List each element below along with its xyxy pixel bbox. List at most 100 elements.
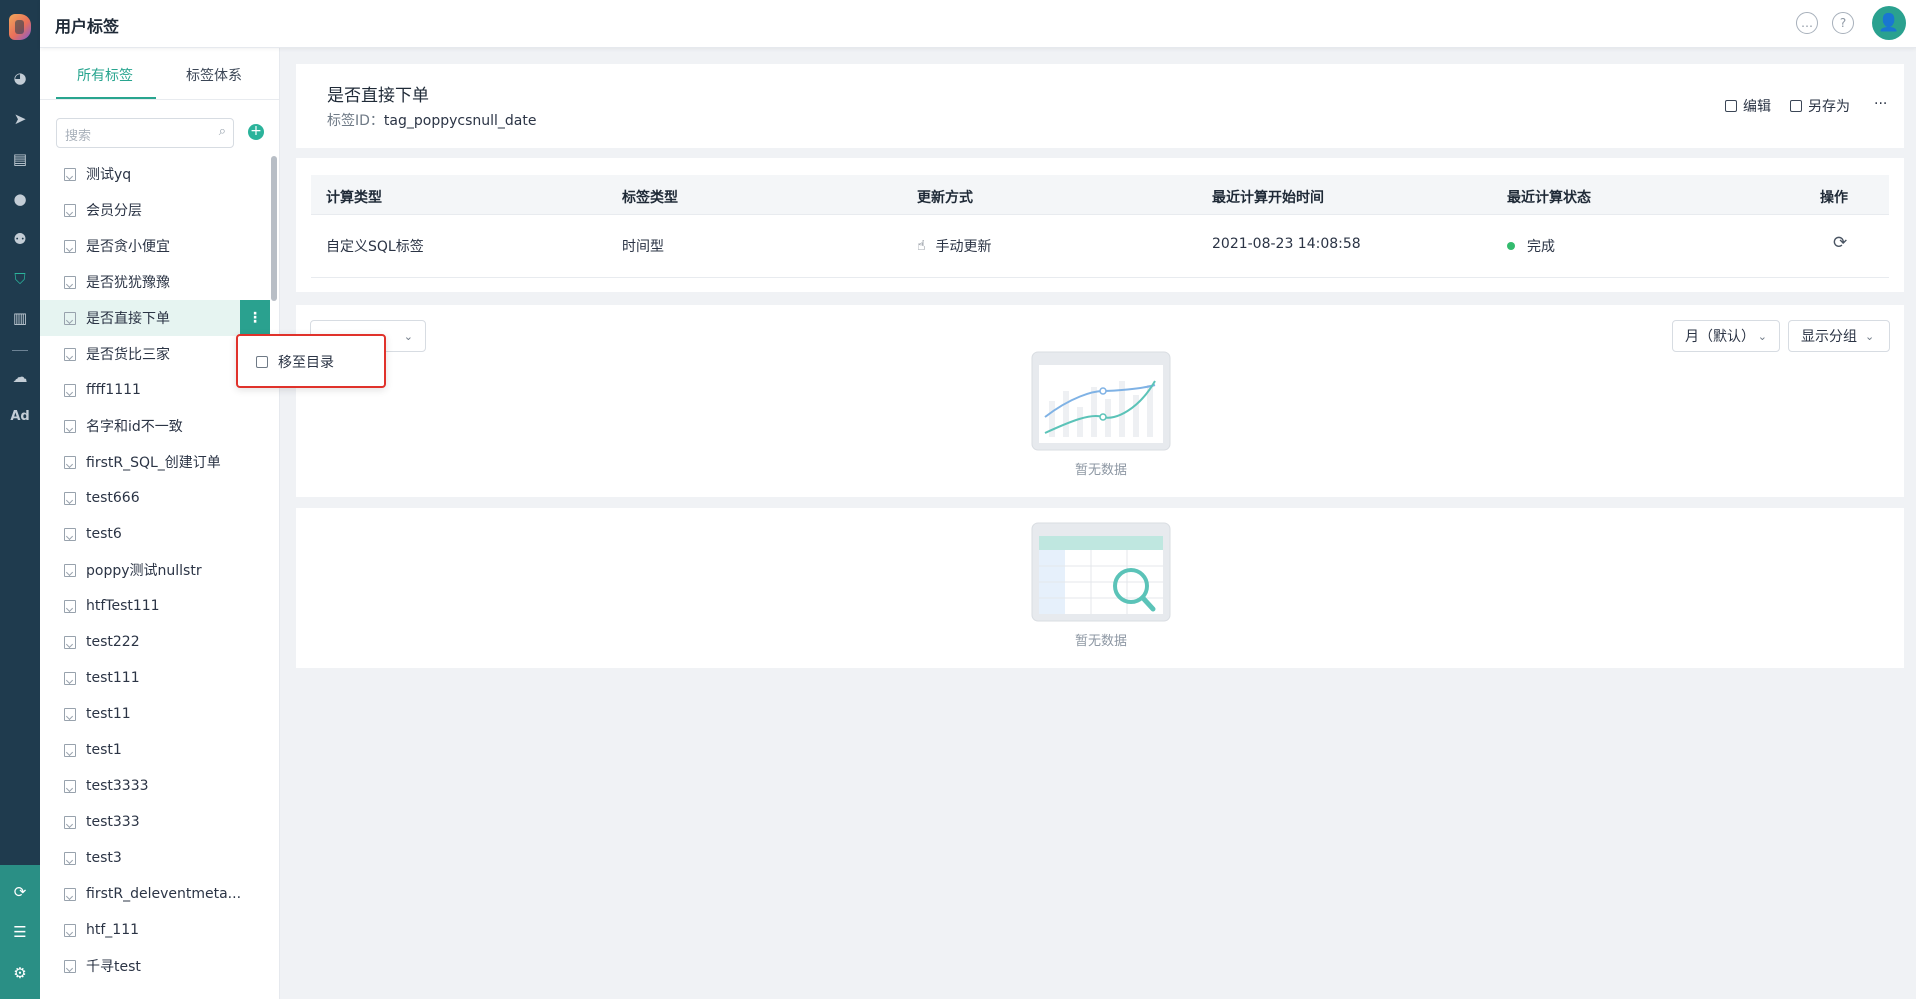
- list-item-label: 是否货比三家: [86, 347, 170, 363]
- settings-icon[interactable]: ⚙: [0, 958, 40, 988]
- column-header: 更新方式: [917, 190, 973, 206]
- list-item[interactable]: htfTest111: [40, 588, 270, 624]
- list-item-label: ffff1111: [86, 382, 141, 398]
- trend-chart-panel: ⌄ 月（默认） ⌄ 显示分组 ⌄ 暂无数据: [296, 305, 1904, 497]
- sync-icon[interactable]: ⟳: [0, 877, 40, 907]
- tab-all-tags[interactable]: 所有标签: [77, 65, 133, 85]
- list-item[interactable]: test6: [40, 516, 270, 552]
- rail-divider: [12, 350, 28, 351]
- list-item[interactable]: test222: [40, 624, 270, 660]
- list-item[interactable]: test3333: [40, 768, 270, 804]
- tag-id-value: tag_poppycsnull_date: [383, 113, 537, 129]
- group-select-value: 显示分组: [1801, 329, 1857, 345]
- wechat-icon[interactable]: ☁: [0, 362, 40, 392]
- tag-icon: [64, 887, 76, 901]
- granularity-value: 月（默认）: [1685, 329, 1755, 345]
- sidebar-scrollbar[interactable]: [271, 156, 277, 301]
- ad-icon[interactable]: Ad: [0, 401, 40, 431]
- list-item[interactable]: 名字和id不一致: [40, 408, 270, 444]
- edit-button[interactable]: 编辑: [1725, 96, 1771, 116]
- list-item-selected[interactable]: 是否直接下单 ⋮: [40, 300, 270, 336]
- search-input[interactable]: 搜索 ⌕: [56, 118, 234, 148]
- list-item-label: 是否犹犹豫豫: [86, 275, 170, 291]
- tag-icon: [64, 743, 76, 757]
- search-placeholder: 搜索: [65, 129, 92, 144]
- avatar[interactable]: 👤: [1872, 6, 1906, 40]
- tag-icon: [64, 635, 76, 649]
- page-title: 用户标签: [55, 17, 120, 36]
- last-start-cell: 2021-08-23 14:08:58: [1212, 236, 1361, 252]
- save-icon: [1790, 100, 1802, 112]
- empty-state: 暂无数据: [1031, 522, 1171, 649]
- list-item-label: test111: [86, 670, 140, 686]
- list-item[interactable]: test3: [40, 840, 270, 876]
- detail-panel: 暂无数据: [296, 508, 1904, 668]
- column-header: 标签类型: [622, 190, 678, 206]
- tag-icon: [64, 707, 76, 721]
- list-item[interactable]: htf_111: [40, 912, 270, 948]
- list-item[interactable]: 是否贪小便宜: [40, 228, 270, 264]
- help-icon[interactable]: ?: [1832, 12, 1854, 34]
- tag-icon: [64, 491, 76, 505]
- column-header: 计算类型: [326, 190, 382, 206]
- column-header: 最近计算开始时间: [1212, 190, 1324, 206]
- list-item[interactable]: test333: [40, 804, 270, 840]
- group-select[interactable]: 显示分组 ⌄: [1788, 320, 1890, 352]
- tab-tag-system[interactable]: 标签体系: [186, 65, 242, 85]
- more-actions-button[interactable]: ···: [1874, 96, 1887, 112]
- tag-sidebar: 所有标签 标签体系 搜索 ⌕ + 测试yq 会员分层 是否贪小便宜 是否犹犹豫豫…: [40, 48, 280, 999]
- status-dot: [1507, 242, 1515, 250]
- tag-icon: [64, 563, 76, 577]
- list-item[interactable]: test1: [40, 732, 270, 768]
- dashboard-icon[interactable]: ◕: [0, 63, 40, 93]
- list-item[interactable]: 是否犹犹豫豫: [40, 264, 270, 300]
- list-item[interactable]: test111: [40, 660, 270, 696]
- server-icon[interactable]: ☰: [0, 917, 40, 947]
- empty-text: 暂无数据: [1074, 463, 1127, 478]
- tag-id-line: 标签ID：tag_poppycsnull_date: [327, 110, 536, 130]
- bar-chart-icon[interactable]: ▥: [0, 303, 40, 333]
- list-item[interactable]: 会员分层: [40, 192, 270, 228]
- message-icon[interactable]: …: [1796, 12, 1818, 34]
- list-item[interactable]: test11: [40, 696, 270, 732]
- list-item-label: test3333: [86, 778, 149, 794]
- granularity-select[interactable]: 月（默认） ⌄: [1672, 320, 1780, 352]
- tag-icon: [64, 815, 76, 829]
- move-to-folder-menu-item[interactable]: 移至目录: [256, 352, 334, 372]
- add-tag-button[interactable]: +: [248, 124, 264, 140]
- save-as-button[interactable]: 另存为: [1790, 96, 1850, 116]
- empty-state: 暂无数据: [1031, 351, 1171, 478]
- list-item[interactable]: firstR_SQL_创建订单: [40, 444, 270, 480]
- send-icon[interactable]: ➤: [0, 104, 40, 134]
- update-mode-label: 手动更新: [935, 239, 992, 255]
- table-icon[interactable]: ▤: [0, 144, 40, 174]
- more-options-button[interactable]: ⋮: [240, 300, 270, 336]
- status-label: 完成: [1527, 239, 1555, 255]
- users-icon[interactable]: ⚉: [0, 224, 40, 254]
- user-icon[interactable]: ●: [0, 184, 40, 214]
- calc-type-cell: 自定义SQL标签: [326, 239, 424, 255]
- list-item[interactable]: poppy测试nullstr: [40, 552, 270, 588]
- move-to-folder-label: 移至目录: [278, 355, 334, 371]
- list-item-label: firstR_SQL_创建订单: [86, 455, 221, 471]
- list-item[interactable]: firstR_deleventmeta...: [40, 876, 270, 912]
- chevron-down-icon: ⌄: [1757, 329, 1767, 343]
- list-item[interactable]: 测试yq: [40, 156, 270, 192]
- list-item-label: test6: [86, 526, 122, 542]
- calc-info-table: 计算类型 标签类型 更新方式 最近计算开始时间 最近计算状态 操作 自定义SQL…: [296, 158, 1904, 292]
- app-logo[interactable]: [9, 14, 31, 40]
- tag-icon: [64, 167, 76, 181]
- list-item[interactable]: 千寻test: [40, 948, 270, 984]
- list-item-label: 是否直接下单: [86, 311, 170, 327]
- list-item-label: 会员分层: [86, 203, 142, 219]
- tag-type-cell: 时间型: [622, 239, 664, 255]
- table-header: 计算类型 标签类型 更新方式 最近计算开始时间 最近计算状态 操作: [311, 175, 1889, 215]
- tag-list: 测试yq 会员分层 是否贪小便宜 是否犹犹豫豫 是否直接下单 ⋮ 是否货比三家 f…: [40, 156, 270, 984]
- tag-icon: [64, 347, 76, 361]
- tag-icon: [64, 239, 76, 253]
- tag-icon: [64, 383, 76, 397]
- tag-icon[interactable]: ⛉: [0, 264, 40, 294]
- refresh-icon[interactable]: ⟳: [1833, 233, 1847, 253]
- list-item[interactable]: test666: [40, 480, 270, 516]
- chevron-down-icon: ⌄: [403, 329, 413, 343]
